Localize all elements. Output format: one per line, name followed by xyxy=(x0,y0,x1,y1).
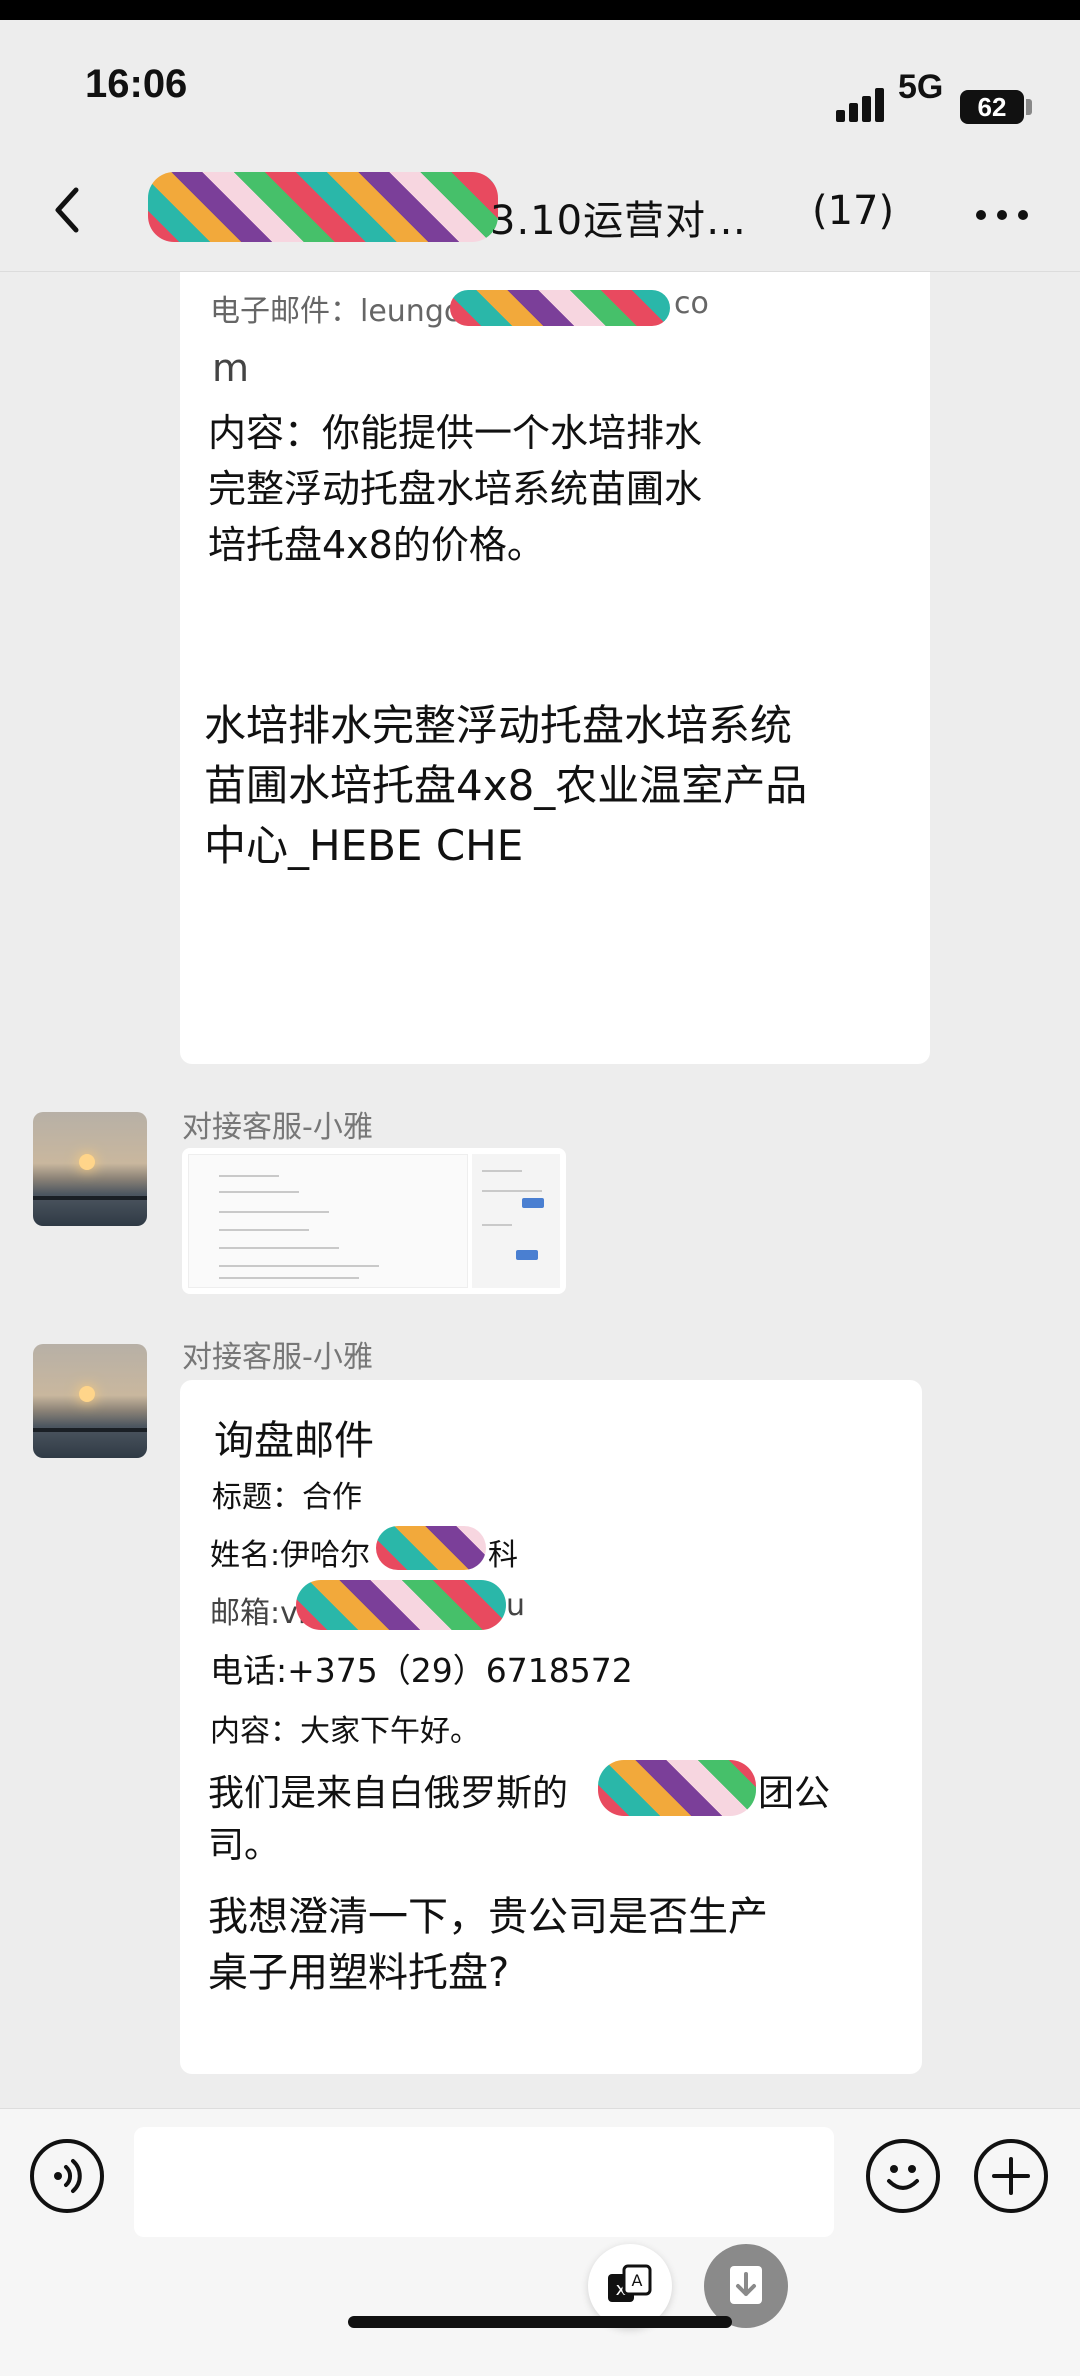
status-bar: 16:06 5G 62 xyxy=(0,20,1080,160)
add-button[interactable] xyxy=(974,2139,1048,2213)
inquiry-line-1b: 团公 xyxy=(758,1773,831,1814)
message-bubble-inquiry[interactable]: 询盘邮件 标题：合作 姓名:伊哈尔 科 邮箱:vi u 电话:+375（29）6… xyxy=(180,1380,922,2074)
chat-title: 3.10运营对… xyxy=(490,198,748,244)
chat-header: 3.10运营对… (17) xyxy=(0,160,1080,272)
product-line-3: 中心_HEBE CHE xyxy=(204,821,524,870)
inquiry-line-1a: 我们是来自白俄罗斯的 xyxy=(208,1773,569,1814)
inquiry-content: 内容：大家下午好。 xyxy=(210,1714,480,1749)
more-dots-icon xyxy=(976,210,986,220)
network-type: 5G xyxy=(898,68,944,106)
avatar[interactable] xyxy=(33,1112,147,1226)
redacted-name xyxy=(376,1526,486,1570)
image-message[interactable] xyxy=(182,1148,566,1294)
message-input[interactable] xyxy=(134,2127,834,2237)
voice-icon xyxy=(54,2159,82,2193)
content-line-2: 完整浮动托盘水培系统苗圃水 xyxy=(208,467,703,511)
screenshot-thumbnail xyxy=(188,1154,468,1288)
inquiry-email: 邮箱:vi xyxy=(210,1596,307,1631)
inquiry-heading: 询盘邮件 xyxy=(214,1418,374,1464)
battery-icon: 62 xyxy=(960,90,1024,124)
top-edge xyxy=(0,0,1080,20)
inquiry-name-suffix: 科 xyxy=(488,1538,518,1573)
screenshot-sidebar xyxy=(472,1154,560,1288)
member-count: (17) xyxy=(812,188,895,234)
status-time: 16:06 xyxy=(85,62,188,106)
signal-icon xyxy=(836,88,886,122)
redacted-company xyxy=(598,1760,756,1816)
voice-button[interactable] xyxy=(30,2139,104,2213)
emoji-button[interactable] xyxy=(866,2139,940,2213)
back-button[interactable] xyxy=(40,180,100,240)
redacted-email xyxy=(296,1580,506,1630)
avatar[interactable] xyxy=(33,1344,147,1458)
emoji-icon xyxy=(887,2165,919,2190)
product-line-2: 苗圃水培托盘4x8_农业温室产品 xyxy=(204,761,808,810)
svg-text:A: A xyxy=(632,2271,643,2290)
email-wrap: m xyxy=(212,346,250,390)
email-suffix: co xyxy=(674,286,709,321)
redacted-email xyxy=(450,290,670,326)
email-line: 电子邮件：leungc xyxy=(210,294,461,329)
battery-tip xyxy=(1026,99,1032,115)
sender-name: 对接客服-小雅 xyxy=(182,1340,373,1375)
message-bubble-email[interactable]: 电子邮件：leungc co m 内容：你能提供一个水培排水 完整浮动托盘水培系… xyxy=(180,272,930,1064)
inquiry-name: 姓名:伊哈尔 xyxy=(210,1538,371,1573)
inquiry-email-suffix: u xyxy=(506,1588,526,1623)
redacted-group-name xyxy=(148,172,498,242)
content-line-1: 内容：你能提供一个水培排水 xyxy=(208,411,703,455)
sender-name: 对接客服-小雅 xyxy=(182,1110,373,1145)
input-bar xyxy=(0,2108,1080,2376)
inquiry-line-2a: 我想澄清一下，贵公司是否生产 xyxy=(208,1894,768,1940)
inquiry-subject: 标题：合作 xyxy=(212,1480,362,1515)
more-button[interactable] xyxy=(972,202,1032,232)
content-line-3: 培托盘4x8的价格。 xyxy=(208,523,545,567)
chevron-left-icon xyxy=(55,187,79,233)
plus-icon xyxy=(992,2157,1030,2195)
inquiry-line-1c: 司。 xyxy=(208,1825,281,1866)
inquiry-line-2b: 桌子用塑料托盘? xyxy=(208,1950,510,1996)
inquiry-phone: 电话:+375（29）6718572 xyxy=(210,1651,633,1690)
product-line-1: 水培排水完整浮动托盘水培系统 xyxy=(204,701,793,750)
home-indicator[interactable] xyxy=(348,2316,732,2328)
